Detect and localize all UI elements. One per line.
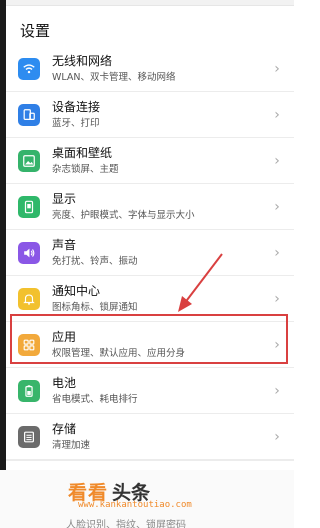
settings-list: 无线和网络 WLAN、双卡管理、移动网络 › 设备连接 蓝牙、打印 › 桌面和壁… bbox=[6, 46, 294, 460]
settings-item-notification-center[interactable]: 通知中心 图标角标、锁屏通知 › bbox=[6, 276, 294, 322]
chevron-right-icon: › bbox=[274, 198, 280, 215]
item-title: 存储 bbox=[52, 421, 77, 436]
settings-item-storage[interactable]: 存储 清理加速 › bbox=[6, 414, 294, 460]
security-subtitle-partial: 人脸识别、指纹、锁屏密码 bbox=[66, 520, 186, 528]
item-title: 通知中心 bbox=[52, 283, 101, 298]
settings-item-home-wallpaper[interactable]: 桌面和壁纸 杂志锁屏、主题 › bbox=[6, 138, 294, 184]
display-icon bbox=[18, 195, 40, 218]
chevron-right-icon: › bbox=[274, 152, 280, 169]
settings-item-apps[interactable]: 应用 权限管理、默认应用、应用分身 › bbox=[6, 322, 294, 368]
chevron-right-icon: › bbox=[274, 428, 280, 445]
wallpaper-icon bbox=[18, 149, 40, 172]
pointer-arrow bbox=[178, 253, 223, 312]
settings-item-security-partial[interactable] bbox=[6, 460, 294, 470]
watermark-url: www.kankantoutiao.com bbox=[78, 500, 192, 510]
item-title: 电池 bbox=[52, 375, 77, 390]
chevron-right-icon: › bbox=[274, 290, 280, 307]
item-subtitle: 清理加速 bbox=[52, 439, 91, 451]
chevron-right-icon: › bbox=[274, 336, 280, 353]
status-bar bbox=[0, 0, 294, 6]
item-subtitle: 杂志锁屏、主题 bbox=[52, 163, 119, 175]
item-title: 声音 bbox=[52, 237, 77, 252]
battery-icon bbox=[18, 379, 40, 402]
settings-item-wireless[interactable]: 无线和网络 WLAN、双卡管理、移动网络 › bbox=[6, 46, 294, 92]
storage-icon bbox=[18, 425, 40, 448]
item-title: 显示 bbox=[52, 191, 77, 206]
item-subtitle: 亮度、护眼模式、字体与显示大小 bbox=[52, 209, 195, 221]
item-subtitle: 蓝牙、打印 bbox=[52, 117, 100, 129]
sound-icon bbox=[18, 241, 40, 264]
item-title: 应用 bbox=[52, 329, 77, 344]
item-title: 无线和网络 bbox=[52, 53, 113, 68]
settings-item-battery[interactable]: 电池 省电模式、耗电排行 › bbox=[6, 368, 294, 414]
item-subtitle: 省电模式、耗电排行 bbox=[52, 393, 138, 405]
chevron-right-icon: › bbox=[274, 60, 280, 77]
item-title: 设备连接 bbox=[52, 99, 101, 114]
item-subtitle: 图标角标、锁屏通知 bbox=[52, 301, 138, 313]
page-title: 设置 bbox=[20, 22, 51, 40]
chevron-right-icon: › bbox=[274, 244, 280, 261]
chevron-right-icon: › bbox=[274, 106, 280, 123]
item-subtitle: WLAN、双卡管理、移动网络 bbox=[52, 71, 176, 83]
item-title: 桌面和壁纸 bbox=[52, 145, 113, 160]
bell-icon bbox=[18, 287, 40, 310]
item-subtitle: 权限管理、默认应用、应用分身 bbox=[52, 347, 186, 359]
apps-grid-icon bbox=[18, 333, 40, 356]
settings-item-display[interactable]: 显示 亮度、护眼模式、字体与显示大小 › bbox=[6, 184, 294, 230]
item-subtitle: 免打扰、铃声、振动 bbox=[52, 255, 138, 267]
settings-item-device-connection[interactable]: 设备连接 蓝牙、打印 › bbox=[6, 92, 294, 138]
chevron-right-icon: › bbox=[274, 382, 280, 399]
settings-item-sound[interactable]: 声音 免打扰、铃声、振动 › bbox=[6, 230, 294, 276]
device-connect-icon bbox=[18, 103, 40, 126]
wifi-icon bbox=[18, 57, 40, 80]
